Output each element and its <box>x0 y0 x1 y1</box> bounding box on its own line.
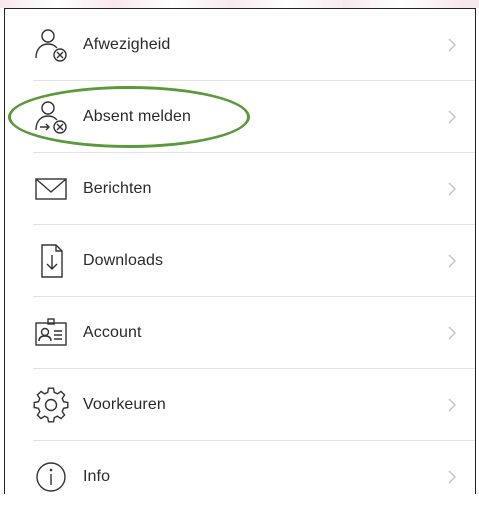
chevron-right-icon <box>445 395 459 415</box>
settings-menu: Afwezigheid Absent melden Berichten Down… <box>4 8 476 494</box>
menu-item-label: Account <box>83 324 142 341</box>
menu-item-label: Voorkeuren <box>83 396 166 413</box>
gear-icon <box>31 385 71 425</box>
chevron-right-icon <box>445 35 459 55</box>
chevron-right-icon <box>445 179 459 199</box>
chevron-right-icon <box>445 323 459 343</box>
id-card-icon <box>31 313 71 353</box>
envelope-icon <box>31 169 71 209</box>
menu-item-berichten[interactable]: Berichten <box>5 153 475 225</box>
info-icon <box>31 457 71 497</box>
download-document-icon <box>31 241 71 281</box>
menu-item-account[interactable]: Account <box>5 297 475 369</box>
person-absent-icon <box>31 97 71 137</box>
menu-item-absent-melden[interactable]: Absent melden <box>5 81 475 153</box>
menu-item-label: Afwezigheid <box>83 36 171 53</box>
person-cancel-icon <box>31 25 71 65</box>
menu-item-info[interactable]: Info <box>5 441 475 513</box>
menu-item-downloads[interactable]: Downloads <box>5 225 475 297</box>
top-band <box>0 0 479 8</box>
menu-item-label: Absent melden <box>83 108 192 125</box>
menu-item-label: Info <box>83 468 111 485</box>
menu-item-label: Downloads <box>83 252 164 269</box>
chevron-right-icon <box>445 251 459 271</box>
menu-item-afwezigheid[interactable]: Afwezigheid <box>5 9 475 81</box>
menu-item-voorkeuren[interactable]: Voorkeuren <box>5 369 475 441</box>
chevron-right-icon <box>445 467 459 487</box>
chevron-right-icon <box>445 107 459 127</box>
menu-item-label: Berichten <box>83 180 152 197</box>
